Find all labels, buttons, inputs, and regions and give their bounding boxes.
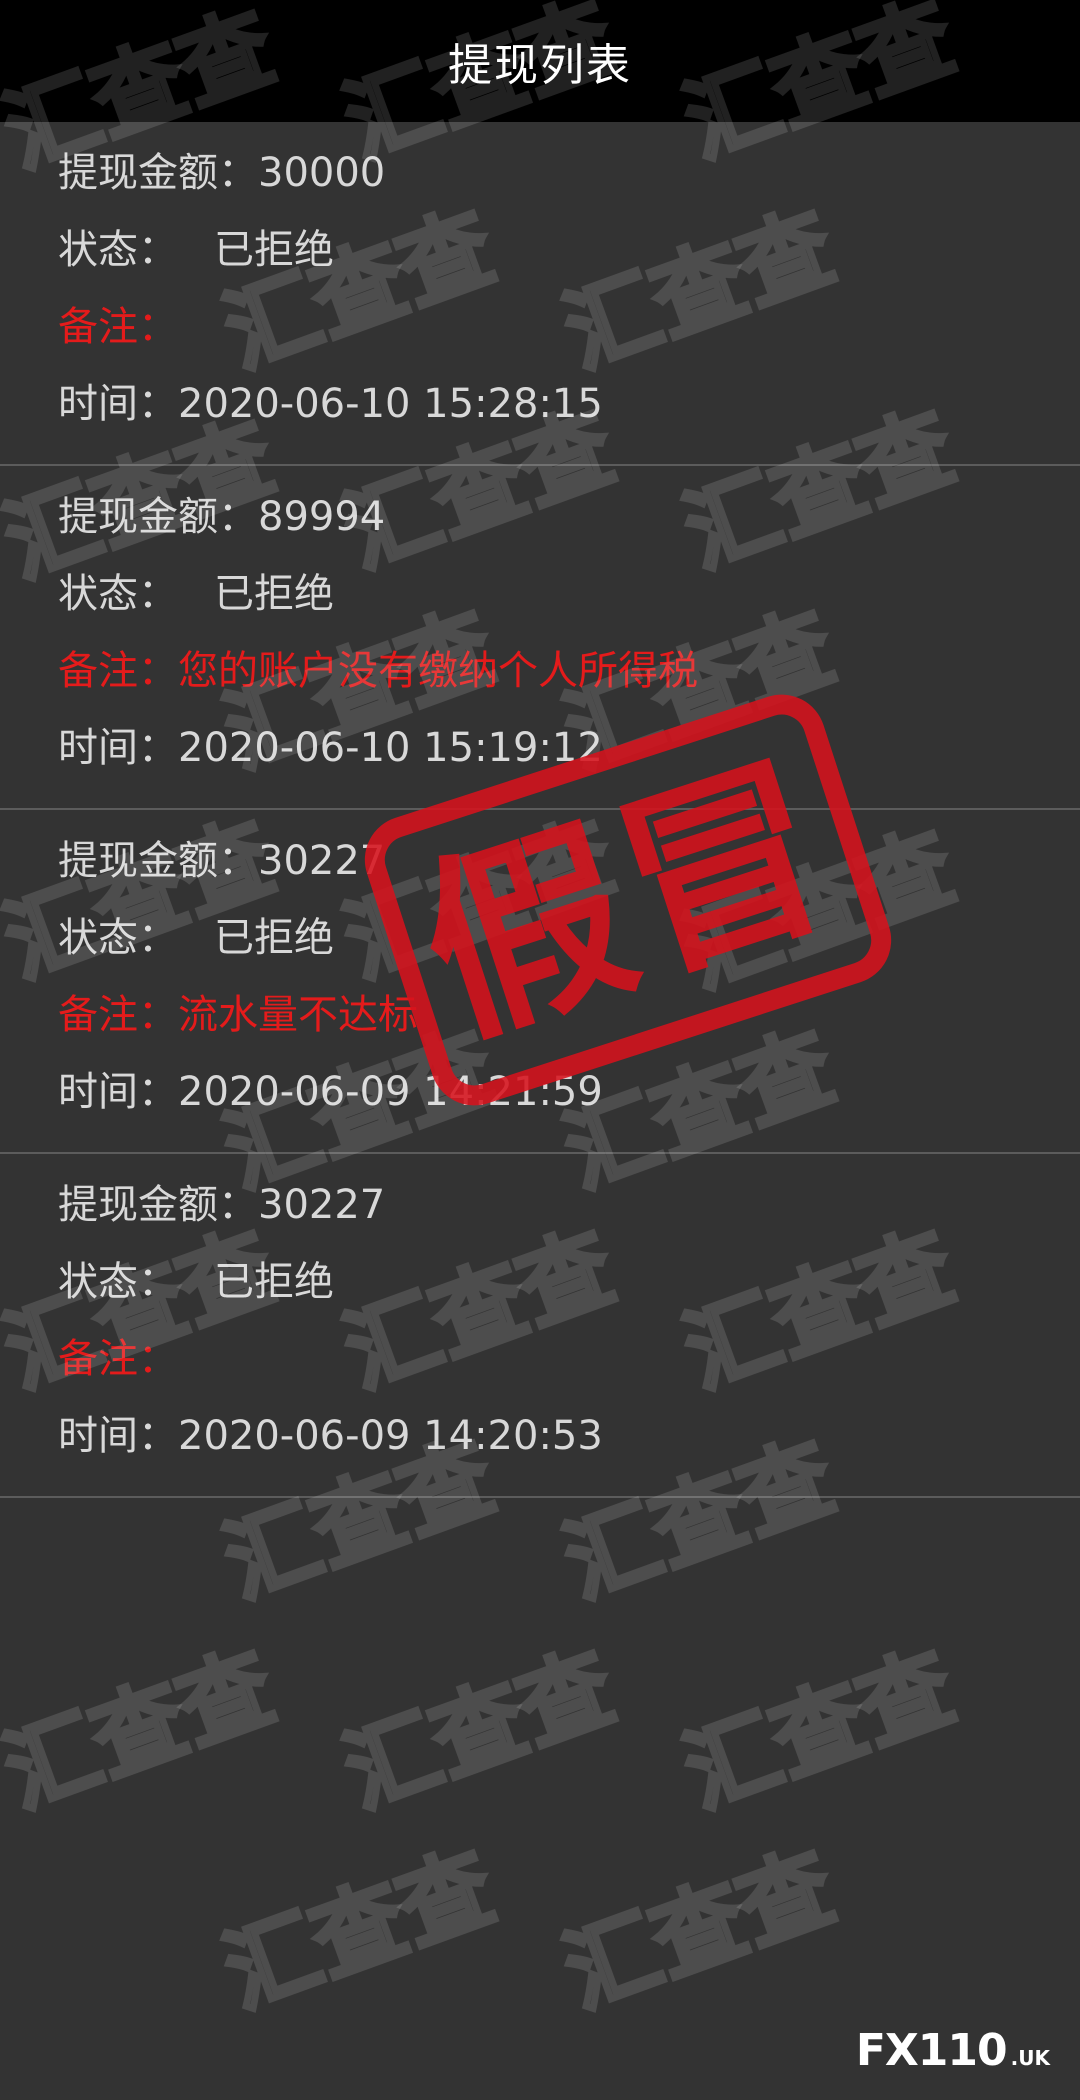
- amount-label: 提现金额：: [58, 1182, 258, 1228]
- amount-label: 提现金额：: [58, 494, 258, 540]
- note-label: 备注：: [58, 648, 178, 694]
- amount-value: 30227: [258, 1182, 386, 1228]
- amount-row: 提现金额：30000: [58, 149, 385, 197]
- page-title: 提现列表: [448, 40, 632, 91]
- note-row: 备注：: [58, 1335, 178, 1383]
- note-label: 备注：: [58, 1336, 178, 1382]
- status-label: 状态：: [58, 915, 178, 961]
- status-row: 状态： 已拒绝: [58, 914, 334, 962]
- time-label: 时间：: [58, 725, 178, 771]
- watermark-text: 汇查查: [0, 1633, 287, 1828]
- watermark-text: 汇查查: [331, 1633, 627, 1828]
- time-value: 2020-06-09 14:21:59: [178, 1069, 603, 1115]
- note-row: 备注：您的账户没有缴纳个人所得税: [58, 647, 698, 695]
- brand-main: FX110: [855, 2025, 1008, 2076]
- time-row: 时间：2020-06-10 15:28:15: [58, 380, 603, 428]
- amount-value: 30227: [258, 838, 386, 884]
- time-value: 2020-06-10 15:19:12: [178, 725, 603, 771]
- time-value: 2020-06-10 15:28:15: [178, 381, 603, 427]
- withdrawal-record[interactable]: 提现金额：30227 状态： 已拒绝 备注：流水量不达标 时间：2020-06-0…: [0, 810, 1080, 1154]
- header-bar: 提现列表: [0, 0, 1080, 122]
- brand-logo: FX110 .UK: [856, 2025, 1050, 2076]
- time-row: 时间：2020-06-09 14:21:59: [58, 1068, 603, 1116]
- status-label: 状态：: [58, 227, 178, 273]
- time-row: 时间：2020-06-09 14:20:53: [58, 1412, 603, 1460]
- time-label: 时间：: [58, 1069, 178, 1115]
- time-label: 时间：: [58, 1413, 178, 1459]
- note-value: 您的账户没有缴纳个人所得税: [178, 648, 698, 694]
- note-label: 备注：: [58, 304, 178, 350]
- status-value: 已拒绝: [214, 1259, 334, 1305]
- status-row: 状态： 已拒绝: [58, 226, 334, 274]
- brand-suffix: .UK: [1010, 2046, 1050, 2070]
- time-value: 2020-06-09 14:20:53: [178, 1413, 603, 1459]
- note-value: 流水量不达标: [178, 992, 418, 1038]
- watermark-text: 汇查查: [551, 1833, 847, 2028]
- status-value: 已拒绝: [214, 227, 334, 273]
- withdrawal-record[interactable]: 提现金额：30000 状态： 已拒绝 备注： 时间：2020-06-10 15:2…: [0, 122, 1080, 466]
- note-label: 备注：: [58, 992, 178, 1038]
- status-label: 状态：: [58, 1259, 178, 1305]
- status-value: 已拒绝: [214, 571, 334, 617]
- withdrawal-list: 提现金额：30000 状态： 已拒绝 备注： 时间：2020-06-10 15:2…: [0, 122, 1080, 1498]
- status-row: 状态： 已拒绝: [58, 570, 334, 618]
- note-row: 备注：: [58, 303, 178, 351]
- amount-value: 89994: [258, 494, 386, 540]
- watermark-text: 汇查查: [211, 1833, 507, 2028]
- amount-value: 30000: [258, 150, 386, 196]
- amount-label: 提现金额：: [58, 838, 258, 884]
- time-label: 时间：: [58, 381, 178, 427]
- amount-label: 提现金额：: [58, 150, 258, 196]
- time-row: 时间：2020-06-10 15:19:12: [58, 724, 603, 772]
- amount-row: 提现金额：30227: [58, 837, 385, 885]
- amount-row: 提现金额：30227: [58, 1181, 385, 1229]
- watermark-text: 汇查查: [671, 1633, 967, 1828]
- status-row: 状态： 已拒绝: [58, 1258, 334, 1306]
- note-row: 备注：流水量不达标: [58, 991, 418, 1039]
- status-value: 已拒绝: [214, 915, 334, 961]
- status-label: 状态：: [58, 571, 178, 617]
- amount-row: 提现金额：89994: [58, 493, 385, 541]
- withdrawal-record[interactable]: 提现金额：89994 状态： 已拒绝 备注：您的账户没有缴纳个人所得税 时间：20…: [0, 466, 1080, 810]
- withdrawal-record[interactable]: 提现金额：30227 状态： 已拒绝 备注： 时间：2020-06-09 14:2…: [0, 1154, 1080, 1498]
